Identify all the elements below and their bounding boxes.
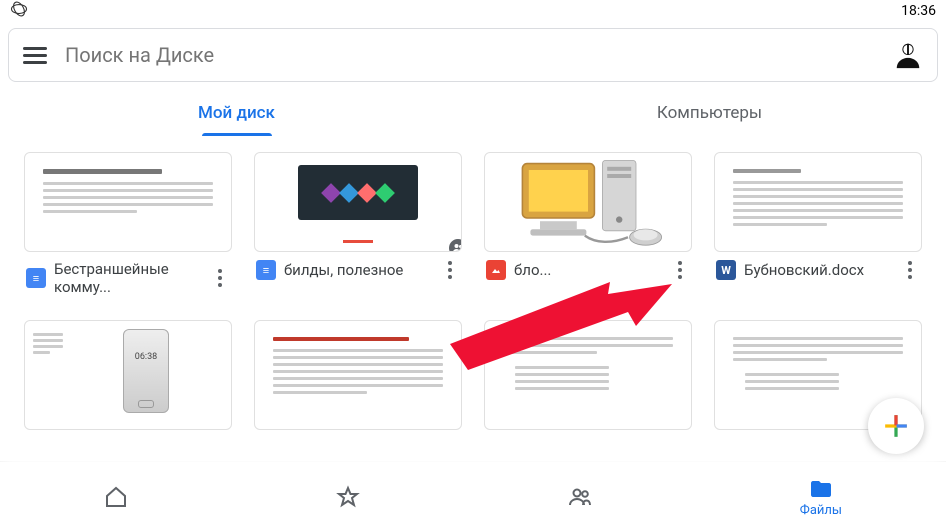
file-thumbnail[interactable] xyxy=(484,320,692,430)
tab-computers[interactable]: Компьютеры xyxy=(473,90,946,136)
more-options-icon[interactable] xyxy=(670,261,690,279)
status-bar: 18:36 xyxy=(0,0,946,22)
file-name: Бубновский.docx xyxy=(744,261,892,279)
nav-shared[interactable] xyxy=(568,485,592,509)
file-grid: ≡ Бестраншейные комму... ≡ билды, полезн… xyxy=(0,136,946,296)
file-thumbnail[interactable] xyxy=(254,320,462,430)
file-card[interactable]: ≡ билды, полезное xyxy=(254,152,462,296)
file-thumbnail xyxy=(254,152,462,252)
google-docs-icon: ≡ xyxy=(26,268,46,288)
file-card[interactable]: бло... xyxy=(484,152,692,296)
network-icon xyxy=(10,0,28,22)
status-time: 18:36 xyxy=(901,3,936,19)
tab-my-drive[interactable]: Мой диск xyxy=(0,90,473,136)
file-card[interactable]: ≡ Бестраншейные комму... xyxy=(24,152,232,296)
more-options-icon[interactable] xyxy=(900,261,920,279)
search-input[interactable] xyxy=(65,43,875,67)
account-avatar[interactable] xyxy=(893,40,923,70)
file-grid-row2 xyxy=(0,296,946,430)
bottom-nav: Файлы xyxy=(0,462,946,532)
menu-icon[interactable] xyxy=(23,47,47,64)
file-card[interactable]: W Бубновский.docx xyxy=(714,152,922,296)
search-bar xyxy=(8,28,938,82)
add-fab-button[interactable] xyxy=(868,398,924,454)
nav-files[interactable]: Файлы xyxy=(800,477,842,518)
image-file-icon xyxy=(486,260,506,280)
file-name: билды, полезное xyxy=(284,261,432,279)
google-docs-icon: ≡ xyxy=(256,260,276,280)
file-thumbnail xyxy=(24,152,232,252)
file-name: бло... xyxy=(514,261,662,279)
shared-badge-icon xyxy=(447,237,462,252)
file-thumbnail[interactable] xyxy=(24,320,232,430)
file-thumbnail xyxy=(484,152,692,252)
nav-home[interactable] xyxy=(104,485,128,509)
nav-starred[interactable] xyxy=(336,485,360,509)
file-thumbnail xyxy=(714,152,922,252)
more-options-icon[interactable] xyxy=(440,261,460,279)
word-file-icon: W xyxy=(716,260,736,280)
nav-files-label: Файлы xyxy=(800,503,842,518)
more-options-icon[interactable] xyxy=(210,269,230,287)
drive-tabs: Мой диск Компьютеры xyxy=(0,90,946,136)
file-name: Бестраншейные комму... xyxy=(54,260,202,296)
